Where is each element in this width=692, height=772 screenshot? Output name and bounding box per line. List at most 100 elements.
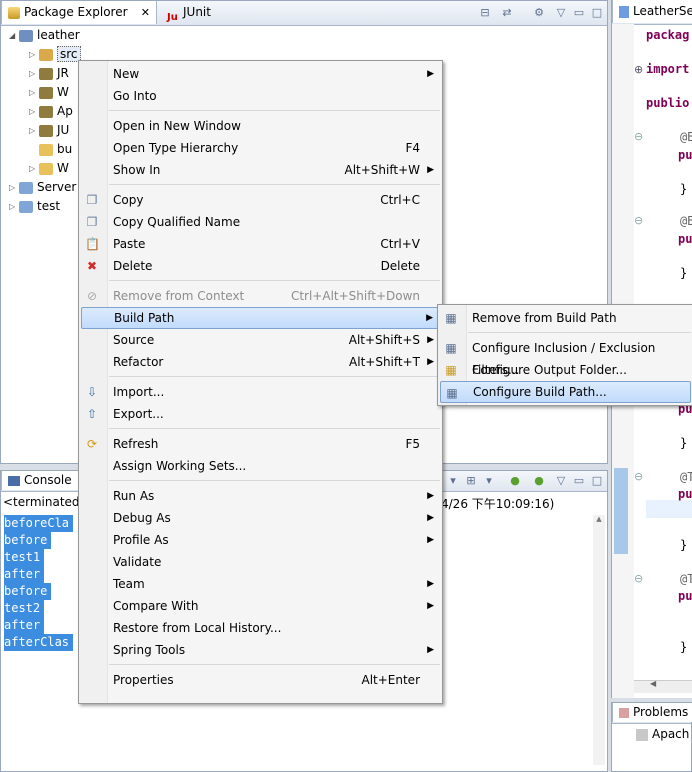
- display-console-icon[interactable]: ●: [531, 473, 547, 489]
- menu-item-open-type-hierarchy[interactable]: Open Type Hierarchy F4: [81, 137, 440, 159]
- open-console-icon[interactable]: ⊞: [463, 473, 479, 489]
- menu-item-compare-with[interactable]: Compare With ▶: [81, 595, 440, 617]
- console-line: test2: [4, 600, 45, 617]
- tree-item-jre[interactable]: ▷ JR: [29, 64, 69, 83]
- minimize-icon[interactable]: ▭: [571, 473, 587, 489]
- expanded-icon[interactable]: ◢: [9, 26, 19, 45]
- menu-item-configure-output-folder[interactable]: ▦ Configure Output Folder...: [440, 359, 691, 381]
- view-menu-icon[interactable]: ⚙: [531, 5, 547, 21]
- server-icon: [636, 728, 648, 741]
- collapse-fold-icon[interactable]: ⊖: [634, 470, 643, 483]
- tree-item-ap[interactable]: ▷ Ap: [29, 102, 73, 121]
- submenu-arrow-icon: ▶: [427, 601, 434, 611]
- tree-item-w1[interactable]: ▷ W: [29, 83, 69, 102]
- package-explorer-tabbar: Package Explorer ✕ Ju JUnit ⊟ ⇄ ⚙ ▽ ▭ □: [1, 1, 607, 26]
- tree-item-leather[interactable]: ◢ leather: [9, 26, 80, 45]
- context-menu: New ▶ Go Into Open in New Window Open Typ…: [78, 60, 443, 704]
- collapse-fold-icon[interactable]: ⊖: [634, 572, 643, 585]
- collapsed-icon[interactable]: ▷: [29, 45, 39, 64]
- pin-console-icon[interactable]: ●: [507, 473, 523, 489]
- menu-item-refresh[interactable]: ⟳ Refresh F5: [81, 433, 440, 455]
- filter-icon: ▦: [445, 341, 457, 355]
- minimize-icon[interactable]: ▭: [571, 5, 587, 21]
- expand-fold-icon[interactable]: ⊕: [634, 63, 643, 76]
- tree-item-servers[interactable]: ▷ Server: [9, 178, 76, 197]
- menu-item-build-path[interactable]: Build Path ▶: [81, 307, 440, 329]
- submenu-arrow-icon: ▶: [426, 313, 433, 323]
- menu-item-run-as[interactable]: Run As ▶: [81, 485, 440, 507]
- console-toolbar-chevron-icon[interactable]: ▾: [445, 473, 461, 489]
- collapsed-icon[interactable]: ▷: [9, 178, 19, 197]
- code-line: }: [680, 182, 688, 196]
- menu-item-source[interactable]: Source Alt+Shift+S ▶: [81, 329, 440, 351]
- code-line: import: [646, 62, 690, 76]
- menu-item-delete[interactable]: ✖ Delete Delete: [81, 255, 440, 277]
- view-menu-chevron-icon[interactable]: ▽: [553, 5, 569, 21]
- package-explorer-icon: [8, 6, 20, 19]
- collapsed-icon[interactable]: ▷: [9, 197, 19, 216]
- console-line: before: [4, 583, 52, 600]
- collapsed-icon[interactable]: ▷: [29, 102, 39, 121]
- collapse-all-icon[interactable]: ⊟: [477, 5, 493, 21]
- tab-junit[interactable]: Ju JUnit: [161, 1, 217, 24]
- scroll-up-icon[interactable]: ▲: [593, 515, 605, 523]
- tree-item-src[interactable]: ▷ src: [29, 45, 81, 64]
- junit-icon: Ju: [167, 11, 178, 23]
- menu-item-validate[interactable]: Validate: [81, 551, 440, 573]
- menu-item-open-in-new-window[interactable]: Open in New Window: [81, 115, 440, 137]
- console-timestamp: 4/26 下午10:09:16): [441, 497, 555, 511]
- menu-item-spring-tools[interactable]: Spring Tools ▶: [81, 639, 440, 661]
- menu-item-refactor[interactable]: Refactor Alt+Shift+T ▶: [81, 351, 440, 373]
- menu-item-assign-working-sets[interactable]: Assign Working Sets...: [81, 455, 440, 477]
- tab-package-explorer[interactable]: Package Explorer ✕: [1, 1, 157, 24]
- code-line: pu: [678, 589, 692, 603]
- maximize-icon[interactable]: □: [589, 473, 605, 489]
- menu-item-restore-from-local-history[interactable]: Restore from Local History...: [81, 617, 440, 639]
- collapsed-icon[interactable]: ▷: [29, 83, 39, 102]
- java-file-icon: [619, 5, 629, 18]
- menu-item-properties[interactable]: Properties Alt+Enter: [81, 669, 440, 691]
- menu-item-remove-from-build-path[interactable]: ▦ Remove from Build Path: [440, 307, 691, 329]
- output-folder-icon: ▦: [445, 363, 457, 377]
- menu-item-configure-inclusion-exclusion[interactable]: ▦ Configure Inclusion / Exclusion Filters…: [440, 337, 691, 377]
- code-line: }: [680, 640, 688, 654]
- collapsed-icon[interactable]: ▷: [29, 64, 39, 83]
- tree-item-w2[interactable]: ▷ W: [29, 159, 69, 178]
- tab-leatherservice[interactable]: LeatherSe: [612, 0, 692, 23]
- tree-item-ju[interactable]: ▷ JU: [29, 121, 69, 140]
- menu-item-configure-build-path[interactable]: ▦ Configure Build Path...: [440, 381, 691, 403]
- collapse-fold-icon[interactable]: ⊖: [634, 130, 643, 143]
- menu-item-new[interactable]: New ▶: [81, 63, 440, 85]
- menu-item-copy[interactable]: ❐ Copy Ctrl+C: [81, 189, 440, 211]
- editor-hscrollbar[interactable]: ◀: [634, 679, 692, 693]
- menu-item-profile-as[interactable]: Profile As ▶: [81, 529, 440, 551]
- menu-item-team[interactable]: Team ▶: [81, 573, 440, 595]
- menu-item-export[interactable]: ⇧ Export...: [81, 403, 440, 425]
- collapsed-icon[interactable]: ▷: [29, 159, 39, 178]
- menu-item-paste[interactable]: 📋 Paste Ctrl+V: [81, 233, 440, 255]
- close-icon[interactable]: ✕: [141, 1, 150, 24]
- menu-item-go-into[interactable]: Go Into: [81, 85, 440, 107]
- menu-item-copy-qualified-name[interactable]: ❐ Copy Qualified Name: [81, 211, 440, 233]
- submenu-arrow-icon: ▶: [427, 357, 434, 367]
- submenu-arrow-icon: ▶: [427, 335, 434, 345]
- menu-item-remove-from-context: ⊘ Remove from Context Ctrl+Alt+Shift+Down: [86, 289, 420, 303]
- tree-item-bu[interactable]: bu: [39, 140, 72, 159]
- view-menu-chevron-icon[interactable]: ▽: [553, 473, 569, 489]
- menu-item-debug-as[interactable]: Debug As ▶: [81, 507, 440, 529]
- console-scrollbar[interactable]: ▲: [593, 515, 605, 765]
- open-console-menu-icon[interactable]: ▾: [481, 473, 497, 489]
- scroll-left-icon[interactable]: ◀: [650, 679, 656, 688]
- collapse-fold-icon[interactable]: ⊖: [634, 214, 643, 227]
- library-icon: [39, 105, 53, 118]
- code-line: @B: [680, 130, 692, 144]
- maximize-icon[interactable]: □: [589, 5, 605, 21]
- tab-problems[interactable]: Problems: [612, 703, 692, 722]
- menu-item-show-in[interactable]: Show In Alt+Shift+W ▶: [81, 159, 440, 181]
- link-with-editor-icon[interactable]: ⇄: [499, 5, 515, 21]
- menu-item-import[interactable]: ⇩ Import...: [81, 381, 440, 403]
- tree-item-test[interactable]: ▷ test: [9, 197, 60, 216]
- problems-item[interactable]: Apach: [636, 727, 689, 741]
- collapsed-icon[interactable]: ▷: [29, 121, 39, 140]
- submenu-arrow-icon: ▶: [427, 645, 434, 655]
